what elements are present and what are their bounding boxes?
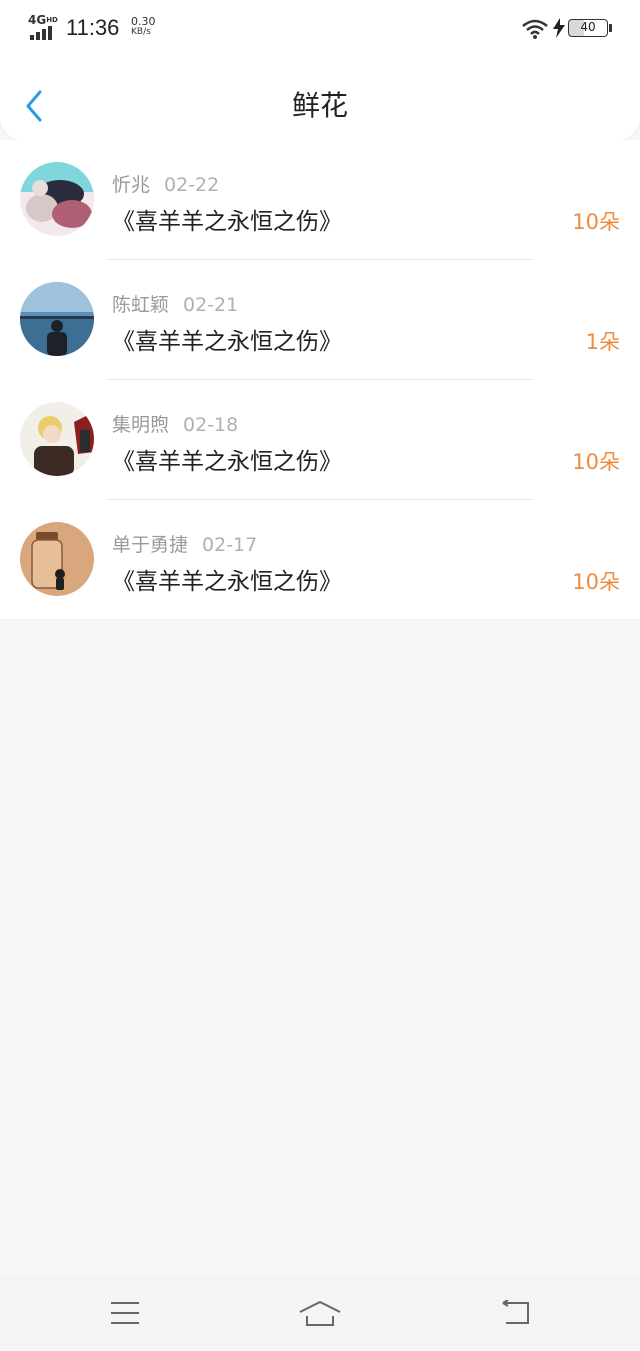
avatar[interactable]	[20, 522, 94, 596]
book-title: 《喜羊羊之永恒之伤》	[112, 329, 342, 355]
avatar[interactable]	[20, 162, 94, 236]
back-icon[interactable]	[500, 1300, 532, 1326]
system-nav-bar	[0, 1276, 640, 1351]
flower-count: 1朵	[585, 330, 620, 354]
battery-cap	[609, 24, 612, 32]
gift-date: 02-17	[202, 534, 258, 556]
gift-date: 02-18	[183, 414, 239, 436]
status-bar: 4GHD 11:36 0.30 KB/s 40	[0, 0, 640, 56]
network-type: 4GHD	[28, 13, 58, 27]
gift-list: 忻兆 02-22 《喜羊羊之永恒之伤》 10朵 陈虹颖 02-21 《喜羊羊之永恒之…	[0, 140, 640, 620]
gift-date: 02-21	[183, 294, 239, 316]
book-title: 《喜羊羊之永恒之伤》	[112, 449, 342, 475]
home-icon[interactable]	[298, 1300, 342, 1328]
avatar[interactable]	[20, 282, 94, 356]
gift-date: 02-22	[164, 174, 220, 196]
book-title: 《喜羊羊之永恒之伤》	[112, 569, 342, 595]
divider	[0, 619, 640, 620]
top-panel: 4GHD 11:36 0.30 KB/s 40 鲜花	[0, 0, 640, 140]
sender-meta: 单于勇捷 02-17	[112, 530, 257, 557]
sender-name: 忻兆	[112, 174, 151, 196]
wifi-icon	[522, 19, 548, 39]
sender-meta: 陈虹颖 02-21	[112, 290, 238, 317]
avatar[interactable]	[20, 402, 94, 476]
flower-count: 10朵	[572, 210, 620, 234]
charging-icon	[553, 18, 565, 38]
sender-meta: 集明煦 02-18	[112, 410, 238, 437]
clock: 11:36	[66, 15, 120, 40]
network-speed: 0.30 KB/s	[131, 15, 156, 37]
battery-icon: 40	[568, 19, 608, 37]
book-title: 《喜羊羊之永恒之伤》	[112, 209, 342, 235]
sender-meta: 忻兆 02-22	[112, 170, 219, 197]
sender-name: 陈虹颖	[112, 294, 170, 316]
list-item[interactable]: 陈虹颖 02-21 《喜羊羊之永恒之伤》 1朵	[0, 260, 640, 380]
list-item[interactable]: 忻兆 02-22 《喜羊羊之永恒之伤》 10朵	[0, 140, 640, 260]
page-title: 鲜花	[291, 89, 348, 122]
flower-count: 10朵	[572, 570, 620, 594]
list-item[interactable]: 集明煦 02-18 《喜羊羊之永恒之伤》 10朵	[0, 380, 640, 500]
flower-count: 10朵	[572, 450, 620, 474]
list-item[interactable]: 单于勇捷 02-17 《喜羊羊之永恒之伤》 10朵	[0, 500, 640, 620]
sender-name: 集明煦	[112, 414, 170, 436]
menu-icon[interactable]	[110, 1300, 140, 1326]
sender-name: 单于勇捷	[112, 534, 189, 556]
signal-icon	[30, 26, 58, 40]
